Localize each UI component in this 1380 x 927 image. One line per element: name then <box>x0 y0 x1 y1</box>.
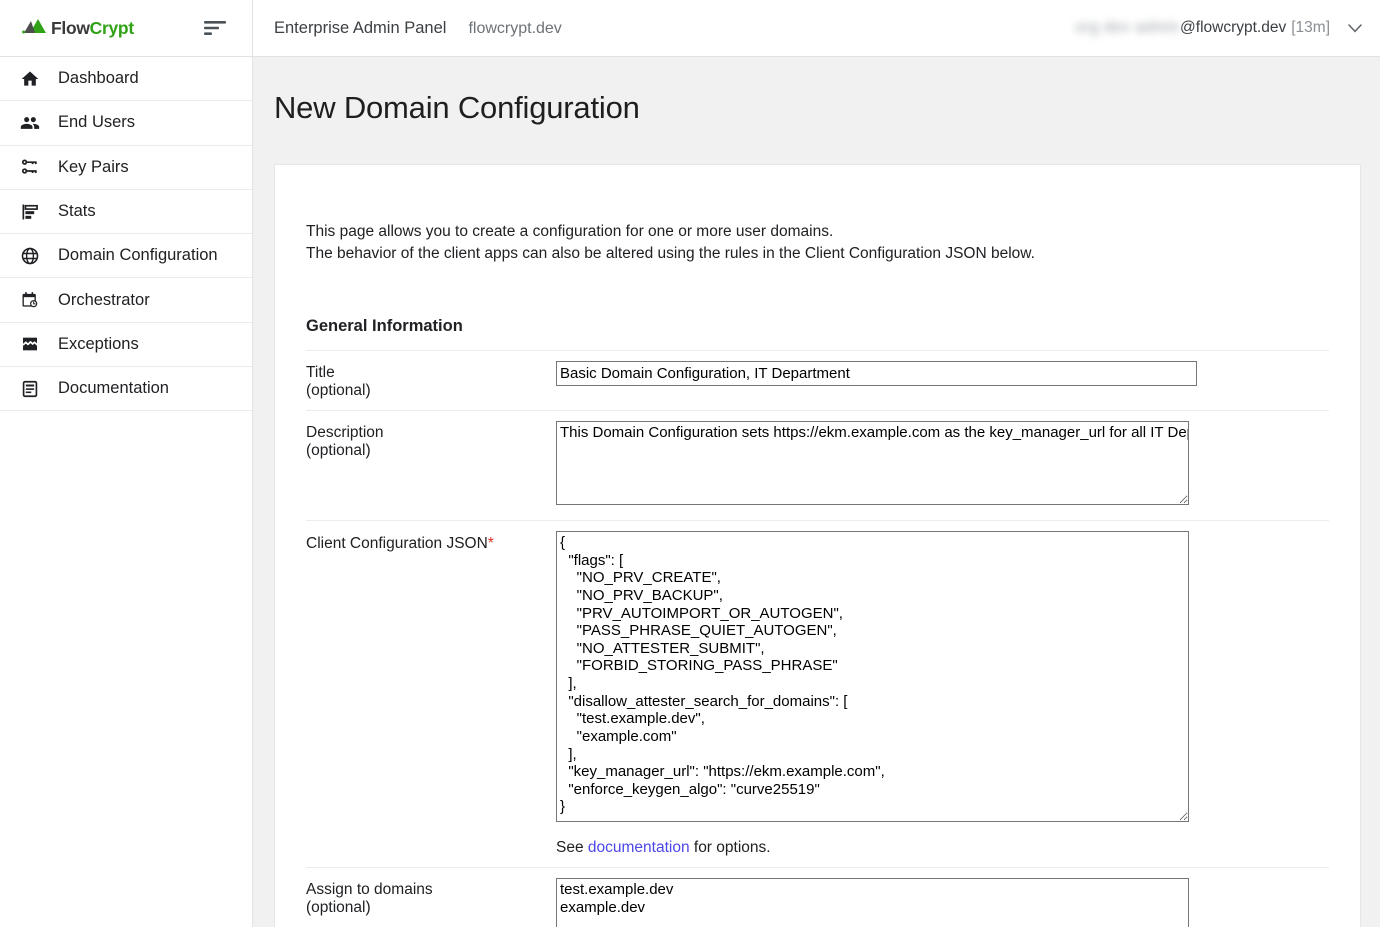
title-label-text: Title <box>306 363 335 381</box>
description-optional-text: (optional) <box>306 442 371 460</box>
sidebar-item-key-pairs[interactable]: Key Pairs <box>0 146 252 190</box>
top-bar: Flow Crypt Enterprise Admin Panel flowcry… <box>0 0 1380 57</box>
title-optional-text: (optional) <box>306 381 371 399</box>
intro-line-2: The behavior of the client apps can also… <box>306 245 1035 263</box>
description-label: Description (optional) <box>306 421 556 510</box>
page-title: New Domain Configuration <box>274 90 640 125</box>
required-marker: * <box>487 535 494 552</box>
sidebar-item-domain-configuration[interactable]: Domain Configuration <box>0 234 252 279</box>
intro-line-1: This page allows you to create a configu… <box>306 222 834 240</box>
account-domain: @flowcrypt.dev <box>1180 19 1287 36</box>
see-docs-prefix: See <box>556 839 588 856</box>
client-configuration-json-field-wrap: { "flags": [ "NO_PRV_CREATE", "NO_PRV_BA… <box>556 531 1329 857</box>
form-row-client-configuration-json: Client Configuration JSON* { "flags": [ … <box>306 521 1329 868</box>
flowcrypt-logo[interactable]: Flow Crypt <box>22 18 134 39</box>
form-row-assign-to-domains: Assign to domains (optional) test.exampl… <box>306 868 1329 927</box>
sidebar-item-stats[interactable]: Stats <box>0 190 252 235</box>
section-heading-general-information: General Information <box>306 317 463 336</box>
sidebar: Dashboard End Users Key Pairs Stats Doma… <box>0 57 253 927</box>
flowcrypt-mountain-icon <box>22 18 46 39</box>
page-intro: This page allows you to create a configu… <box>306 221 1329 267</box>
domain-configuration-card: This page allows you to create a configu… <box>274 164 1361 927</box>
client-configuration-json-label: Client Configuration JSON* <box>306 531 556 857</box>
logo-text-flow: Flow <box>51 17 90 38</box>
sidebar-item-label: Dashboard <box>58 69 139 88</box>
brand-zone: Flow Crypt <box>0 0 253 57</box>
sidebar-item-dashboard[interactable]: Dashboard <box>0 57 252 102</box>
assign-to-domains-textarea[interactable]: test.example.dev example.dev <box>556 878 1189 927</box>
assign-to-domains-optional-text: (optional) <box>306 899 371 917</box>
see-docs-suffix: for options. <box>689 839 771 856</box>
description-textarea[interactable]: This Domain Configuration sets https://e… <box>556 421 1189 505</box>
form-row-title: Title (optional) <box>306 349 1329 411</box>
description-label-text: Description <box>306 424 384 441</box>
leaderboard-icon <box>18 200 42 224</box>
sidebar-item-label: End Users <box>58 113 136 132</box>
sidebar-item-exceptions[interactable]: Exceptions <box>0 323 252 368</box>
article-icon <box>18 377 42 401</box>
see-documentation-hint: See documentation for options. <box>556 839 1329 857</box>
assign-to-domains-label-text: Assign to domains <box>306 881 433 898</box>
sidebar-item-label: Domain Configuration <box>58 246 218 265</box>
topbar-titles: Enterprise Admin Panel flowcrypt.dev <box>274 19 562 38</box>
client-configuration-json-textarea[interactable]: { "flags": [ "NO_PRV_CREATE", "NO_PRV_BA… <box>556 531 1189 822</box>
app-domain-label: flowcrypt.dev <box>468 19 562 37</box>
sidebar-item-label: Stats <box>58 202 96 221</box>
assign-to-domains-field-wrap: test.example.dev example.dev <box>556 878 1329 927</box>
account-menu[interactable]: org dev admin @flowcrypt.dev [13m] <box>1075 19 1362 37</box>
sidebar-item-documentation[interactable]: Documentation <box>0 367 252 412</box>
sidebar-item-orchestrator[interactable]: Orchestrator <box>0 278 252 323</box>
people-icon <box>18 111 42 135</box>
account-username-redacted: org dev admin <box>1075 19 1181 36</box>
client-configuration-json-label-text: Client Configuration JSON <box>306 535 488 552</box>
sidebar-item-label: Exceptions <box>58 334 139 353</box>
form-row-description: Description (optional) This Domain Confi… <box>306 411 1329 521</box>
title-label: Title (optional) <box>306 361 556 400</box>
logo-text-crypt: Crypt <box>89 17 135 38</box>
chevron-down-icon[interactable] <box>1348 22 1362 35</box>
sidebar-item-label: Key Pairs <box>58 157 129 176</box>
sidebar-item-end-users[interactable]: End Users <box>0 101 252 146</box>
globe-icon <box>18 244 42 268</box>
assign-to-domains-label: Assign to domains (optional) <box>306 878 556 927</box>
title-input[interactable] <box>556 360 1197 386</box>
sidebar-toggle-icon[interactable] <box>204 20 226 36</box>
app-title: Enterprise Admin Panel <box>274 18 447 37</box>
account-session-timer: [13m] <box>1291 19 1330 36</box>
sidebar-item-label: Orchestrator <box>58 290 150 309</box>
home-icon <box>18 67 42 91</box>
main-content: New Domain Configuration This page allow… <box>253 57 1380 927</box>
key-icon <box>18 155 42 179</box>
description-field-wrap: This Domain Configuration sets https://e… <box>556 421 1329 510</box>
documentation-link[interactable]: documentation <box>588 839 690 856</box>
broken-image-icon <box>18 332 42 356</box>
calendar-clock-icon <box>18 288 42 312</box>
sidebar-item-label: Documentation <box>58 379 169 398</box>
title-field-wrap <box>556 360 1329 400</box>
